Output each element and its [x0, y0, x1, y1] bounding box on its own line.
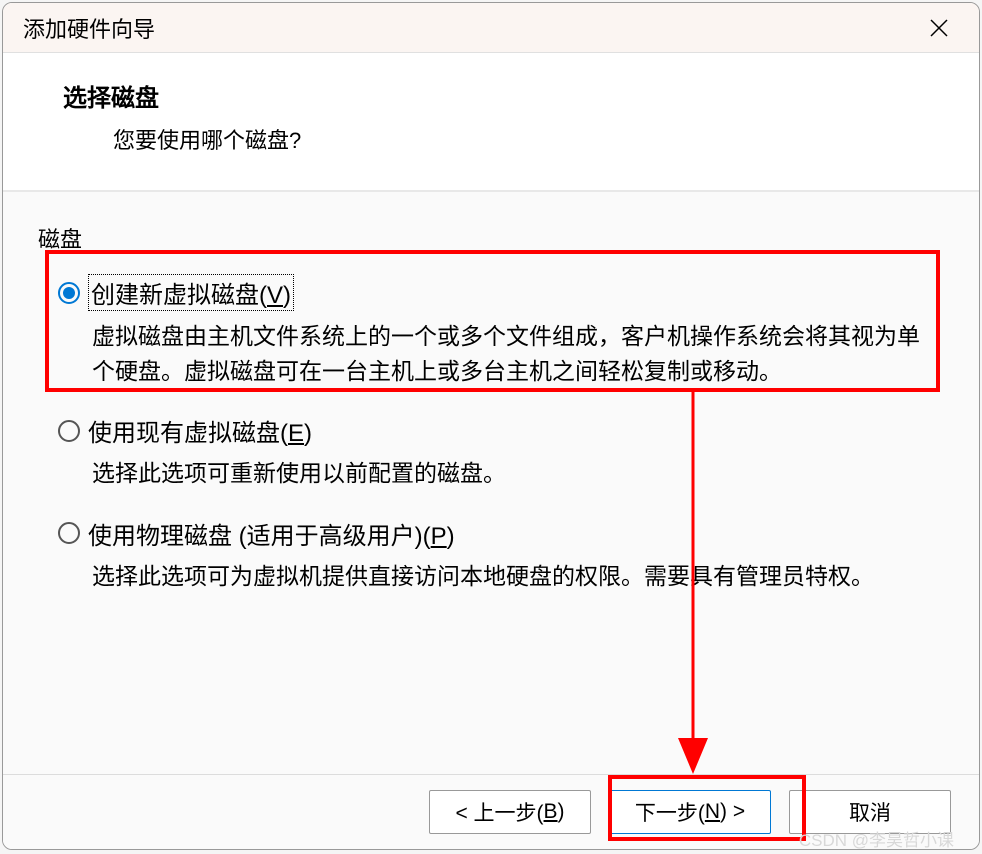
next-button[interactable]: 下一步(N) > [609, 790, 771, 834]
option-description: 选择此选项可重新使用以前配置的磁盘。 [92, 456, 924, 491]
option-use-physical-disk[interactable]: 使用物理磁盘 (适用于高级用户)(P) 选择此选项可为虚拟机提供直接访问本地硬盘… [58, 516, 924, 594]
radio-use-existing-disk[interactable] [58, 420, 80, 442]
page-title: 选择磁盘 [63, 78, 919, 113]
close-button[interactable] [919, 8, 959, 48]
cancel-button[interactable]: 取消 [789, 790, 951, 834]
option-label: 使用物理磁盘 (适用于高级用户)(P) [88, 516, 455, 551]
wizard-header: 选择磁盘 您要使用哪个磁盘? [3, 53, 979, 192]
page-subtitle: 您要使用哪个磁盘? [113, 123, 919, 155]
back-button[interactable]: < 上一步(B) [429, 790, 591, 834]
radio-create-new-disk[interactable] [58, 282, 80, 304]
group-label: 磁盘 [38, 222, 949, 254]
option-label: 使用现有虚拟磁盘(E) [88, 413, 312, 448]
option-description: 选择此选项可为虚拟机提供直接访问本地硬盘的权限。需要具有管理员特权。 [92, 559, 924, 594]
radio-use-physical-disk[interactable] [58, 522, 80, 544]
window-title: 添加硬件向导 [23, 12, 155, 44]
titlebar: 添加硬件向导 [3, 3, 979, 53]
option-create-new-disk[interactable]: 创建新虚拟磁盘(V) 虚拟磁盘由主机文件系统上的一个或多个文件组成，客户机操作系… [58, 274, 924, 388]
content-area: 磁盘 创建新虚拟磁盘(V) 虚拟磁盘由主机文件系统上的一个或多个文件组成，客户机… [3, 192, 979, 774]
option-description: 虚拟磁盘由主机文件系统上的一个或多个文件组成，客户机操作系统会将其视为单个硬盘。… [92, 319, 924, 388]
option-use-existing-disk[interactable]: 使用现有虚拟磁盘(E) 选择此选项可重新使用以前配置的磁盘。 [58, 413, 924, 491]
close-icon [929, 18, 949, 38]
button-bar: < 上一步(B) 下一步(N) > 取消 [3, 774, 979, 849]
disk-options-group: 创建新虚拟磁盘(V) 虚拟磁盘由主机文件系统上的一个或多个文件组成，客户机操作系… [33, 264, 949, 638]
option-label: 创建新虚拟磁盘(V) [88, 274, 294, 311]
add-hardware-wizard-dialog: 添加硬件向导 选择磁盘 您要使用哪个磁盘? 磁盘 创建新虚拟磁盘(V) 虚拟磁盘… [2, 2, 980, 850]
